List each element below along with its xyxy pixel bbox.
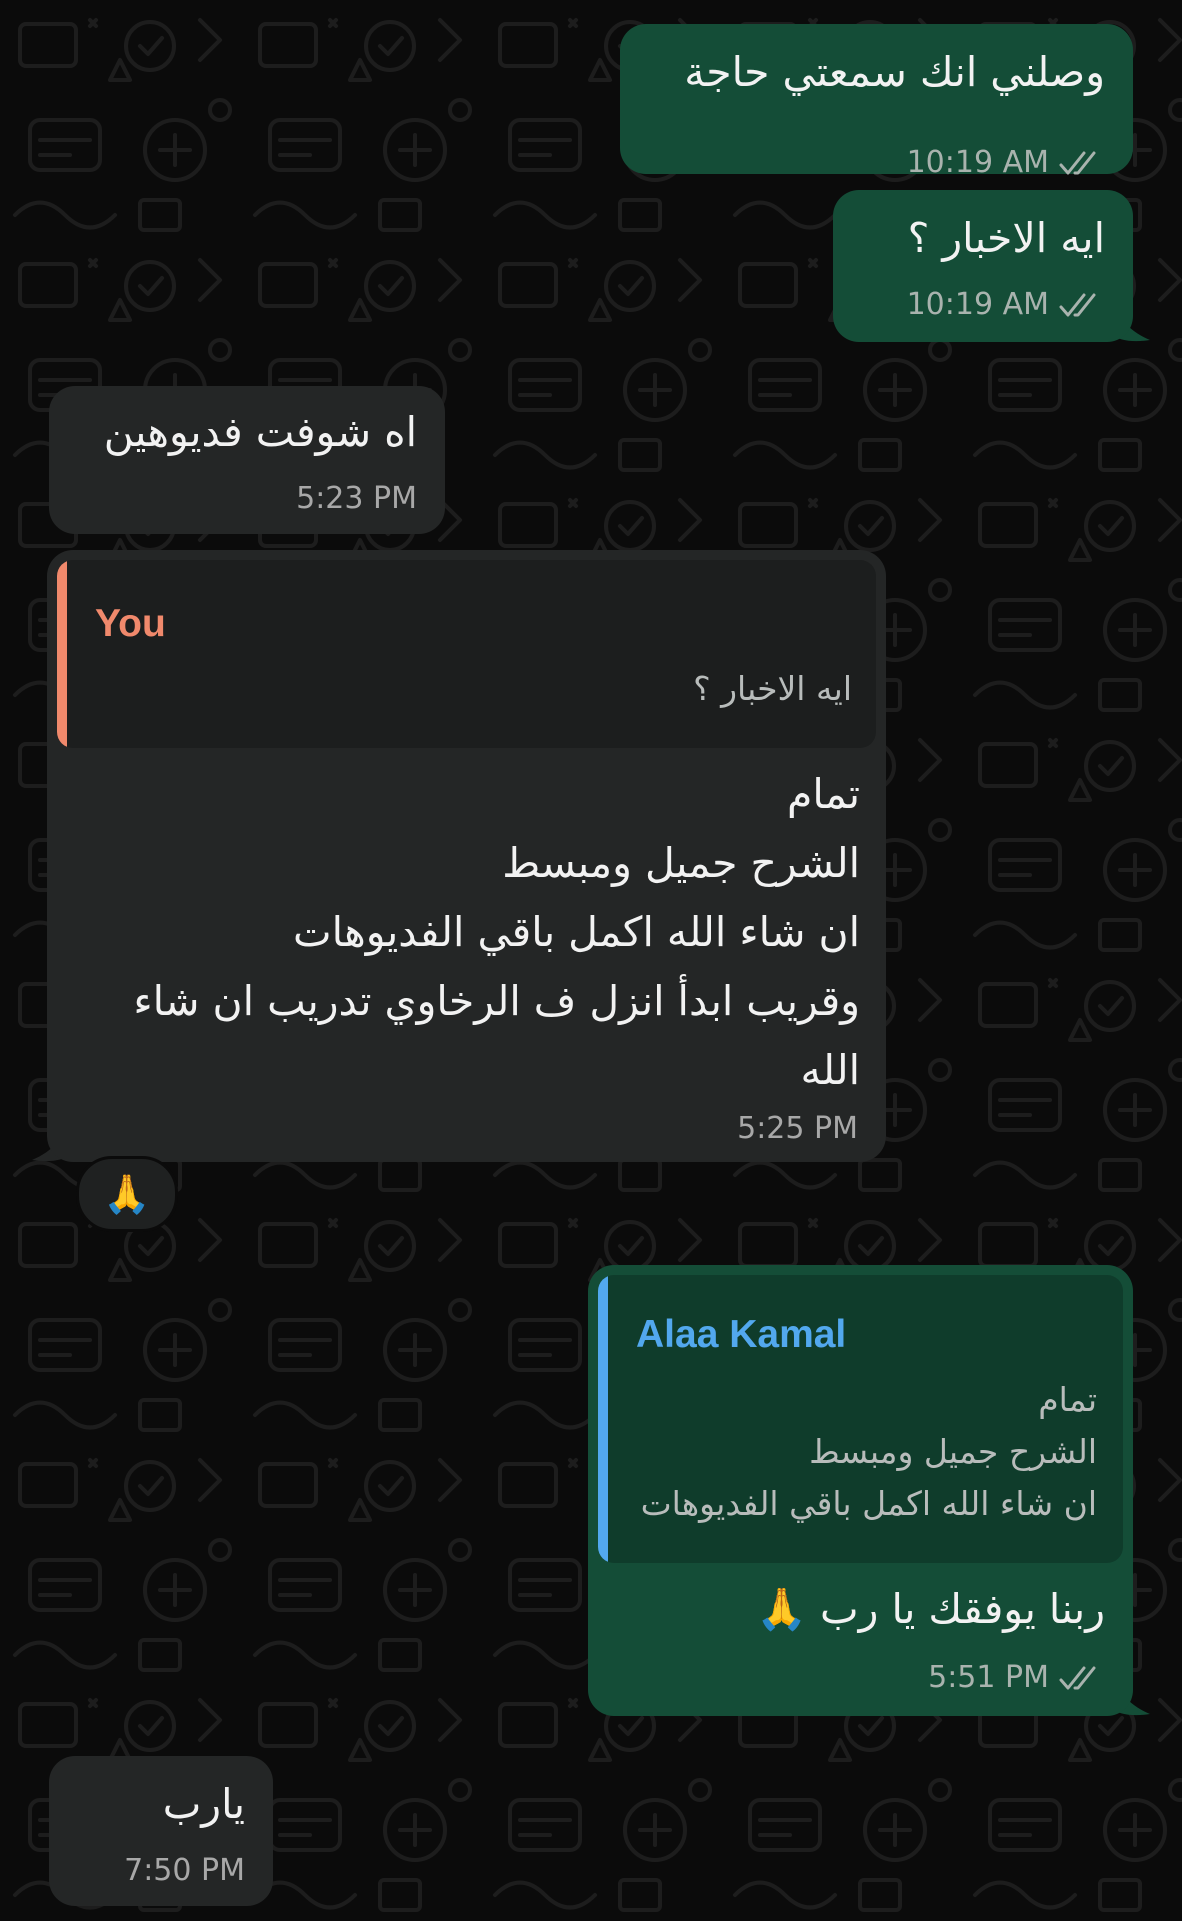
message-meta: 10:19 AM xyxy=(907,290,1105,320)
message-text: وصلني انك سمعتي حاجة xyxy=(684,48,1105,96)
reaction-badge[interactable]: 🙏 xyxy=(76,1156,178,1232)
message-meta: 5:25 PM xyxy=(737,1114,858,1144)
message-line: الله xyxy=(800,1046,860,1094)
reply-author: Alaa Kamal xyxy=(636,1313,847,1356)
message-time: 5:23 PM xyxy=(296,481,417,516)
message-text: ربنا يوفقك يا رب 🙏 xyxy=(755,1585,1105,1633)
message-time: 10:19 AM xyxy=(906,145,1049,180)
message-time: 10:19 AM xyxy=(906,287,1049,322)
message-time: 7:50 PM xyxy=(124,1853,245,1888)
double-check-icon xyxy=(1059,293,1096,317)
reply-text: ايه الاخبار ؟ xyxy=(693,669,852,708)
message-meta: 10:19 AM xyxy=(907,148,1105,178)
double-check-icon xyxy=(1059,1666,1096,1690)
reply-line: ان شاء الله اكمل باقي الفديوهات xyxy=(640,1484,1097,1523)
reply-quote[interactable]: Alaa Kamal تمام الشرح جميل ومبسط ان شاء … xyxy=(598,1275,1123,1563)
message-time: 5:25 PM xyxy=(737,1111,858,1146)
reply-author: You xyxy=(95,602,166,645)
message-line: ان شاء الله اكمل باقي الفديوهات xyxy=(292,908,860,956)
message-line: تمام xyxy=(787,770,860,818)
message-text: تمام الشرح جميل ومبسط ان شاء الله اكمل ب… xyxy=(133,770,860,1115)
message-meta: 5:23 PM xyxy=(296,484,417,514)
message-text: ايه الاخبار ؟ xyxy=(907,214,1105,262)
message-bubble-outgoing[interactable]: ايه الاخبار ؟ 10:19 AM xyxy=(833,190,1133,342)
message-bubble-outgoing[interactable]: Alaa Kamal تمام الشرح جميل ومبسط ان شاء … xyxy=(588,1265,1133,1716)
message-meta: 7:50 PM xyxy=(124,1856,245,1886)
message-bubble-outgoing[interactable]: وصلني انك سمعتي حاجة 10:19 AM xyxy=(620,24,1133,178)
message-bubble-incoming[interactable]: اه شوفت فديوهين 5:23 PM xyxy=(49,386,445,534)
reply-quote[interactable]: You ايه الاخبار ؟ xyxy=(57,560,876,748)
reply-quote-bar xyxy=(598,1275,608,1563)
reply-line: الشرح جميل ومبسط xyxy=(809,1432,1097,1471)
message-line: الشرح جميل ومبسط xyxy=(502,839,860,887)
double-check-icon xyxy=(1059,151,1096,175)
message-text: يارب xyxy=(162,1780,245,1828)
reply-line: تمام xyxy=(1038,1380,1097,1419)
message-bubble-incoming[interactable]: You ايه الاخبار ؟ تمام الشرح جميل ومبسط … xyxy=(47,550,886,1162)
message-text: اه شوفت فديوهين xyxy=(103,408,417,456)
message-line: وقريب ابدأ انزل ف الرخاوي تدريب ان شاء xyxy=(133,977,860,1025)
message-bubble-incoming[interactable]: يارب 7:50 PM xyxy=(49,1756,273,1906)
reply-quote-bar xyxy=(57,560,67,748)
message-time: 5:51 PM xyxy=(928,1660,1049,1695)
message-meta: 5:51 PM xyxy=(928,1663,1105,1693)
